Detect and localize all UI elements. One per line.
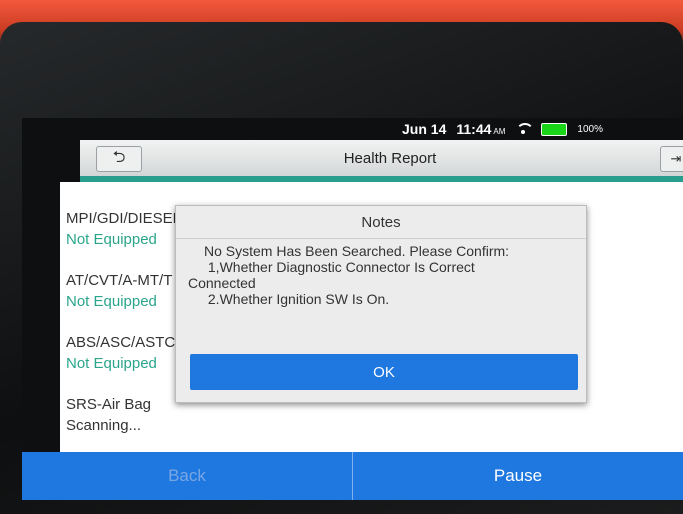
- system-name: SRS-Air Bag: [66, 396, 152, 413]
- exit-icon[interactable]: ⇥: [660, 146, 683, 172]
- status-time-value: 11:44: [456, 121, 492, 137]
- back-button[interactable]: Back: [22, 452, 353, 500]
- pause-button[interactable]: Pause: [353, 452, 683, 500]
- system-list: MPI/GDI/DIESEL Not Equipped AT/CVT/A-MT/…: [66, 210, 181, 458]
- list-item[interactable]: ABS/ASC/ASTC/ Not Equipped: [66, 334, 181, 396]
- ok-button[interactable]: OK: [190, 354, 578, 390]
- system-name: ABS/ASC/ASTC/: [66, 334, 180, 351]
- list-item[interactable]: SRS-Air Bag Scanning...: [66, 396, 181, 458]
- wifi-icon: [515, 123, 535, 135]
- title-bar: ⮌ Health Report ⇥: [80, 140, 683, 176]
- dialog-title: Notes: [176, 206, 586, 239]
- battery-icon: [541, 122, 568, 136]
- dialog-line: No System Has Been Searched. Please Conf…: [204, 243, 510, 259]
- system-status: Not Equipped: [66, 231, 157, 248]
- dialog-line: 1,Whether Diagnostic Connector Is Correc…: [204, 259, 475, 275]
- system-status: Scanning...: [66, 417, 142, 434]
- back-arrow-icon[interactable]: ⮌: [96, 146, 142, 172]
- system-status: Not Equipped: [66, 355, 157, 372]
- status-time: 11:44 AM: [456, 121, 505, 137]
- dialog-line: Connected: [188, 275, 256, 291]
- status-date: Jun 14: [402, 121, 447, 137]
- system-status: Not Equipped: [66, 293, 157, 310]
- notes-dialog: Notes No System Has Been Searched. Pleas…: [175, 205, 587, 403]
- battery-percent: 100%: [577, 123, 603, 135]
- status-meridiem: AM: [493, 127, 506, 136]
- dialog-message: No System Has Been Searched. Please Conf…: [176, 239, 586, 307]
- system-name: AT/CVT/A-MT/T: [66, 272, 173, 289]
- status-bar: Jun 14 11:44 AM 100%: [402, 118, 683, 140]
- bottom-action-bar: Back Pause: [22, 452, 683, 500]
- dialog-line: 2.Whether Ignition SW Is On.: [204, 291, 390, 307]
- list-item[interactable]: MPI/GDI/DIESEL Not Equipped: [66, 210, 181, 272]
- system-name: MPI/GDI/DIESEL: [66, 210, 182, 227]
- list-item[interactable]: AT/CVT/A-MT/T Not Equipped: [66, 272, 181, 334]
- page-title: Health Report: [343, 149, 437, 167]
